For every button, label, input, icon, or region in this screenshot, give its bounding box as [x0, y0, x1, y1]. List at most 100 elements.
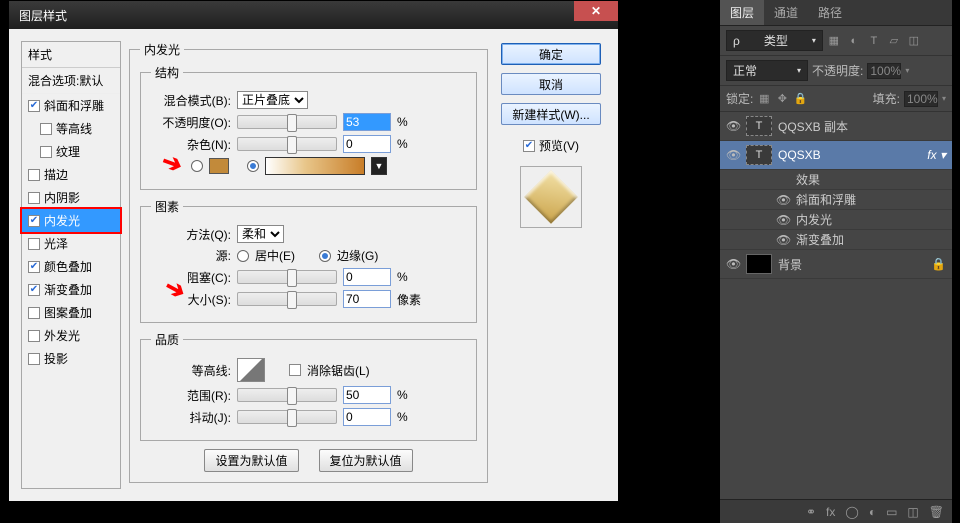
- filter-shape-icon[interactable]: ▱: [887, 34, 901, 48]
- style-checkbox[interactable]: [28, 192, 40, 204]
- cancel-button[interactable]: 取消: [501, 73, 601, 95]
- new-layer-icon[interactable]: ◫: [907, 505, 918, 519]
- gradient-dropdown[interactable]: ▼: [371, 157, 387, 175]
- preview-checkbox[interactable]: ✔: [523, 140, 535, 152]
- style-item[interactable]: 光泽: [22, 232, 120, 255]
- opacity-value-panel[interactable]: 100%: [867, 63, 901, 79]
- dialog-titlebar[interactable]: 图层样式 ✕: [9, 1, 618, 29]
- adjustment-icon[interactable]: ◐: [869, 505, 876, 519]
- new-style-button[interactable]: 新建样式(W)...: [501, 103, 601, 125]
- style-item[interactable]: 图案叠加: [22, 301, 120, 324]
- style-checkbox[interactable]: [28, 307, 40, 319]
- gradient-picker[interactable]: [265, 157, 365, 175]
- style-item[interactable]: 外发光: [22, 324, 120, 347]
- jitter-input[interactable]: [343, 408, 391, 426]
- range-input[interactable]: [343, 386, 391, 404]
- visibility-icon[interactable]: 👁: [726, 257, 740, 271]
- size-input[interactable]: [343, 290, 391, 308]
- style-item[interactable]: 等高线: [22, 117, 120, 140]
- style-checkbox[interactable]: ✔: [28, 100, 40, 112]
- style-item[interactable]: 描边: [22, 163, 120, 186]
- close-button[interactable]: ✕: [574, 1, 618, 21]
- size-unit: 像素: [397, 291, 427, 308]
- filter-adjust-icon[interactable]: ◐: [847, 34, 861, 48]
- lock-position-icon[interactable]: ✥: [775, 92, 789, 106]
- style-item[interactable]: 内阴影: [22, 186, 120, 209]
- style-item[interactable]: ✔渐变叠加: [22, 278, 120, 301]
- layer-effect-item[interactable]: 👁渐变叠加: [720, 230, 952, 250]
- filter-pixel-icon[interactable]: ▦: [827, 34, 841, 48]
- source-edge-radio[interactable]: [319, 250, 331, 262]
- filter-type-icon[interactable]: T: [867, 34, 881, 48]
- lock-pixels-icon[interactable]: ▦: [757, 92, 771, 106]
- blend-mode-select[interactable]: 正片叠底: [237, 91, 308, 109]
- style-checkbox[interactable]: [40, 123, 52, 135]
- reset-default-button[interactable]: 复位为默认值: [319, 449, 413, 472]
- source-edge-label: 边缘(G): [337, 247, 378, 264]
- color-radio[interactable]: [191, 160, 203, 172]
- style-checkbox[interactable]: [28, 330, 40, 342]
- layer-thumbnail[interactable]: [746, 254, 772, 274]
- size-slider[interactable]: [237, 292, 337, 306]
- opacity-input[interactable]: [343, 113, 391, 131]
- style-item[interactable]: ✔颜色叠加: [22, 255, 120, 278]
- ok-button[interactable]: 确定: [501, 43, 601, 65]
- set-default-button[interactable]: 设置为默认值: [204, 449, 298, 472]
- choke-slider[interactable]: [237, 270, 337, 284]
- group-icon[interactable]: ▭: [886, 505, 897, 519]
- layer-row[interactable]: 👁TQQSXBfx ▾: [720, 141, 952, 170]
- tab-layers[interactable]: 图层: [720, 0, 764, 25]
- blend-mode-panel[interactable]: 正常▾: [726, 60, 808, 81]
- antialias-checkbox[interactable]: [289, 364, 301, 376]
- preview-label: 预览(V): [539, 137, 579, 154]
- jitter-slider[interactable]: [237, 410, 337, 424]
- tab-paths[interactable]: 路径: [808, 0, 852, 25]
- style-checkbox[interactable]: ✔: [28, 261, 40, 273]
- visibility-icon[interactable]: 👁: [776, 213, 790, 227]
- gradient-radio[interactable]: [247, 160, 259, 172]
- style-item[interactable]: 投影: [22, 347, 120, 370]
- opacity-slider[interactable]: [237, 115, 337, 129]
- lock-all-icon[interactable]: 🔒: [793, 92, 807, 106]
- style-item-label: 内阴影: [44, 189, 80, 206]
- tab-channels[interactable]: 通道: [764, 0, 808, 25]
- visibility-icon[interactable]: 👁: [726, 119, 740, 133]
- layer-row[interactable]: 👁TQQSXB 副本: [720, 112, 952, 141]
- mask-icon[interactable]: ◯: [845, 505, 858, 519]
- fill-value[interactable]: 100%: [904, 91, 938, 107]
- layer-row[interactable]: 👁背景🔒: [720, 250, 952, 279]
- noise-input[interactable]: [343, 135, 391, 153]
- styles-header[interactable]: 样式: [22, 42, 120, 68]
- choke-input[interactable]: [343, 268, 391, 286]
- visibility-icon[interactable]: 👁: [726, 148, 740, 162]
- style-checkbox[interactable]: [28, 169, 40, 181]
- contour-picker[interactable]: [237, 358, 265, 382]
- style-item[interactable]: 纹理: [22, 140, 120, 163]
- fx-badge[interactable]: fx ▾: [927, 148, 946, 162]
- style-item[interactable]: ✔斜面和浮雕: [22, 94, 120, 117]
- color-swatch[interactable]: [209, 158, 229, 174]
- style-checkbox[interactable]: ✔: [28, 215, 40, 227]
- source-center-radio[interactable]: [237, 250, 249, 262]
- method-select[interactable]: 柔和: [237, 225, 284, 243]
- style-checkbox[interactable]: [40, 146, 52, 158]
- style-checkbox[interactable]: [28, 353, 40, 365]
- layer-effect-item[interactable]: 👁内发光: [720, 210, 952, 230]
- style-item[interactable]: ✔内发光: [20, 207, 122, 234]
- visibility-icon[interactable]: 👁: [776, 193, 790, 207]
- kind-filter[interactable]: ρ 类型 ▾: [726, 30, 823, 51]
- link-icon[interactable]: ⚭: [806, 505, 816, 519]
- fx-icon[interactable]: fx: [826, 505, 835, 519]
- layer-effect-item[interactable]: 👁斜面和浮雕: [720, 190, 952, 210]
- layer-thumbnail[interactable]: T: [746, 116, 772, 136]
- filter-smart-icon[interactable]: ◫: [907, 34, 921, 48]
- trash-icon[interactable]: 🗑: [929, 505, 944, 519]
- style-checkbox[interactable]: [28, 238, 40, 250]
- visibility-icon[interactable]: 👁: [776, 233, 790, 247]
- layer-thumbnail[interactable]: T: [746, 145, 772, 165]
- range-slider[interactable]: [237, 388, 337, 402]
- noise-slider[interactable]: [237, 137, 337, 151]
- layer-effect-item[interactable]: 效果: [720, 170, 952, 190]
- style-checkbox[interactable]: ✔: [28, 284, 40, 296]
- blending-options[interactable]: 混合选项:默认: [22, 68, 120, 94]
